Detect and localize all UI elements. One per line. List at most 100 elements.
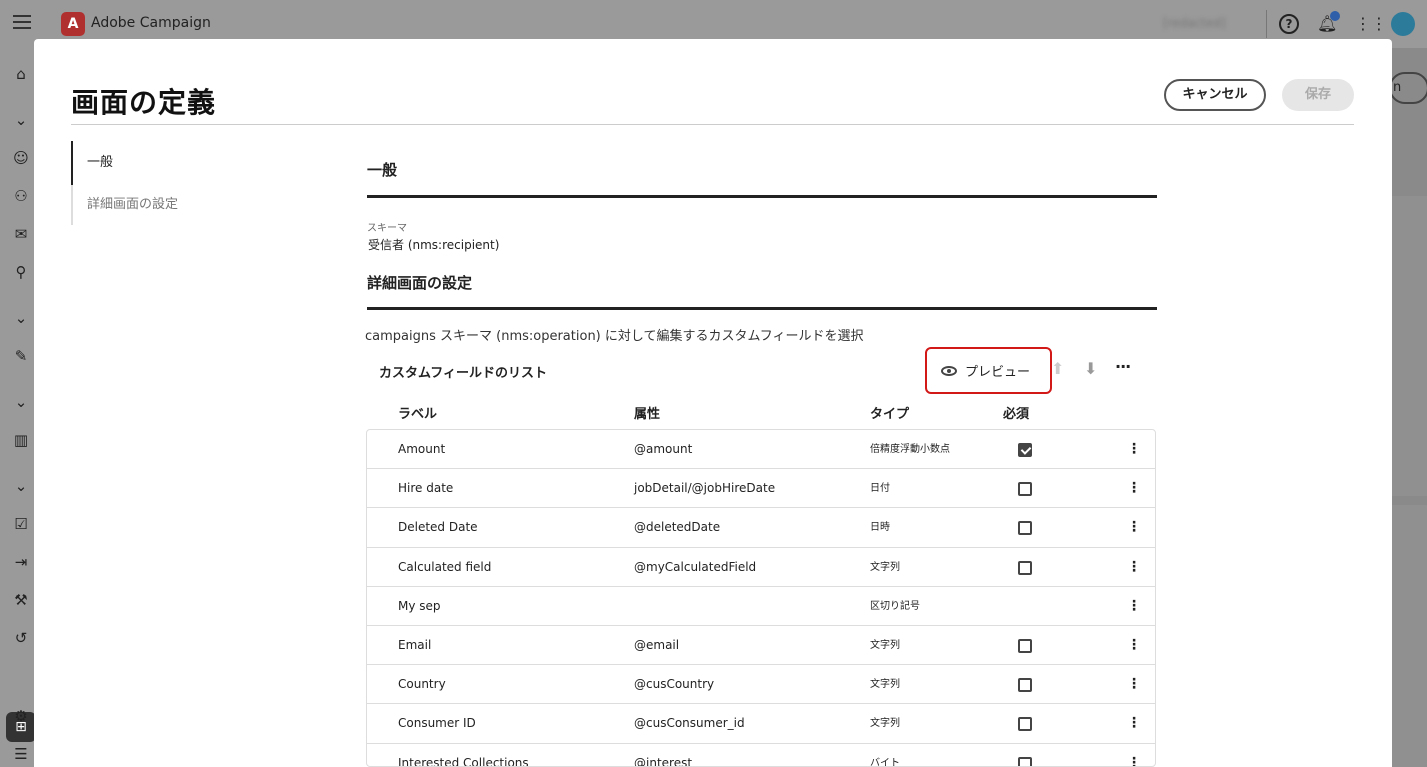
mail-icon[interactable]: ✉ [11, 224, 31, 244]
column-header-label: ラベル [398, 407, 438, 422]
required-checkbox[interactable] [1018, 717, 1032, 732]
row-attribute: @myCalculatedField [634, 559, 757, 574]
page-title: 画面の定義 [71, 86, 217, 119]
table-row[interactable]: Deleted Date @deletedDate 日時 ⋮ [367, 508, 1155, 548]
reports-icon[interactable]: ▥ [11, 430, 31, 450]
save-button[interactable]: 保存 [1282, 79, 1354, 111]
column-header-attribute: 属性 [634, 407, 661, 422]
required-checkbox[interactable] [1018, 756, 1032, 766]
row-type: 文字列 [870, 639, 900, 651]
arrow-up-icon[interactable]: ⬆ [1051, 359, 1064, 378]
more-options-icon[interactable]: ··· [1115, 357, 1131, 376]
row-menu-icon[interactable]: ⋮ [1127, 469, 1141, 508]
hammer-icon[interactable]: ⚒ [11, 590, 31, 610]
general-heading: 一般 [367, 161, 398, 179]
chevron-down-icon[interactable]: ⌄ [11, 392, 31, 412]
table-row[interactable]: Consumer ID @cusConsumer_id 文字列 ⋮ [367, 704, 1155, 744]
avatar[interactable] [1391, 12, 1415, 36]
history-icon[interactable]: ↺ [11, 628, 31, 648]
row-type: 日付 [870, 483, 890, 495]
required-checkbox[interactable] [1018, 638, 1032, 653]
settings-list-icon[interactable]: ⚙ [11, 706, 31, 726]
row-menu-icon[interactable]: ⋮ [1127, 587, 1141, 626]
table-row[interactable]: Amount @amount 倍精度浮動小数点 ⋮ [367, 430, 1155, 470]
person-icon[interactable]: ☺ [11, 148, 31, 168]
section-nav: 一般 詳細画面の設定 [71, 141, 271, 225]
background-panel [1392, 196, 1427, 496]
table-row[interactable]: My sep 区切り記号 ⋮ [367, 587, 1155, 626]
chevron-down-icon[interactable]: ⌄ [11, 476, 31, 496]
row-menu-icon[interactable]: ⋮ [1127, 744, 1141, 767]
row-menu-icon[interactable]: ⋮ [1127, 704, 1141, 743]
edit-icon[interactable]: ✎ [11, 346, 31, 366]
row-menu-icon[interactable]: ⋮ [1127, 665, 1141, 704]
row-type: 文字列 [870, 718, 900, 730]
left-rail: ⌂ ⌄ ☺ ⚇ ✉ ⚲ ⌄ ✎ ⌄ ▥ ⌄ ☑ ⇥ ⚒ ↺ ⊞ ⚙ ☰ [0, 48, 36, 767]
help-icon[interactable]: ? [1279, 14, 1299, 34]
row-attribute: @interest [634, 755, 693, 767]
arrow-down-icon[interactable]: ⬇ [1084, 359, 1097, 378]
home-icon[interactable]: ⌂ [11, 64, 31, 84]
table-row[interactable]: Email @email 文字列 ⋮ [367, 626, 1155, 666]
user-name[interactable]: [redacted] [1163, 16, 1226, 30]
app-name: Adobe Campaign [91, 15, 211, 31]
row-label: Interested Collections [398, 755, 529, 767]
row-type: バイト [870, 757, 900, 767]
row-menu-icon[interactable]: ⋮ [1127, 430, 1141, 469]
background-button: n [1389, 72, 1427, 104]
background-panel [1392, 505, 1427, 767]
eye-icon [941, 365, 957, 376]
table-row[interactable]: Country @cusCountry 文字列 ⋮ [367, 665, 1155, 705]
row-attribute: @deletedDate [634, 520, 721, 535]
row-type: 区切り記号 [870, 600, 920, 612]
header-divider [1266, 10, 1267, 38]
checklist-icon[interactable]: ☑ [11, 514, 31, 534]
row-menu-icon[interactable]: ⋮ [1127, 548, 1141, 587]
required-checkbox[interactable] [1018, 482, 1032, 497]
row-label: Consumer ID [398, 716, 476, 731]
row-label: Calculated field [398, 559, 492, 574]
custom-fields-table: Amount @amount 倍精度浮動小数点 ⋮ Hire date jobDetail… [366, 429, 1156, 767]
menu-icon[interactable] [13, 15, 31, 29]
row-attribute: @cusConsumer_id [634, 716, 745, 731]
custom-fields-list-title: カスタムフィールドのリスト [379, 366, 547, 381]
row-menu-icon[interactable]: ⋮ [1127, 508, 1141, 547]
cancel-button[interactable]: キャンセル [1164, 79, 1266, 111]
row-label: My sep [398, 598, 441, 613]
row-attribute: jobDetail/@jobHireDate [634, 481, 776, 496]
apps-grid-icon[interactable]: ⋮⋮⋮ [1355, 14, 1403, 34]
adobe-logo: A [61, 12, 85, 36]
screen-definition-dialog: 画面の定義 キャンセル 保存 一般 詳細画面の設定 一般 スキーマ 受信者 (n… [34, 39, 1392, 767]
table-icon[interactable]: ☰ [11, 744, 31, 764]
required-checkbox[interactable] [1018, 560, 1032, 575]
audiences-icon[interactable]: ⚇ [11, 186, 31, 206]
row-label: Email [398, 637, 432, 652]
column-header-type: タイプ [870, 407, 910, 422]
table-row[interactable]: Calculated field @myCalculatedField 文字列 ⋮ [367, 548, 1155, 587]
row-attribute: @cusCountry [634, 677, 715, 692]
nav-item-detail-settings[interactable]: 詳細画面の設定 [71, 185, 271, 225]
nav-item-general[interactable]: 一般 [71, 141, 271, 185]
chevron-down-icon[interactable]: ⌄ [11, 308, 31, 328]
row-attribute: @amount [634, 442, 693, 456]
table-row[interactable]: Interested Collections @interest バイト ⋮ [367, 744, 1155, 767]
import-icon[interactable]: ⇥ [11, 552, 31, 572]
row-label: Country [398, 677, 446, 692]
preview-button[interactable]: プレビュー [941, 361, 1030, 380]
section-divider [367, 195, 1157, 198]
row-menu-icon[interactable]: ⋮ [1127, 626, 1141, 665]
required-checkbox[interactable] [1018, 443, 1032, 457]
required-checkbox[interactable] [1018, 521, 1032, 536]
table-row[interactable]: Hire date jobDetail/@jobHireDate 日付 ⋮ [367, 469, 1155, 509]
required-checkbox[interactable] [1018, 678, 1032, 693]
filter-icon[interactable]: ⚲ [11, 262, 31, 282]
title-divider [71, 124, 1354, 125]
row-label: Amount [398, 442, 446, 456]
chevron-down-icon[interactable]: ⌄ [11, 110, 31, 130]
row-type: 文字列 [870, 561, 900, 573]
preview-label: プレビュー [965, 365, 1031, 380]
row-attribute: @email [634, 637, 680, 652]
detail-heading: 詳細画面の設定 [367, 274, 473, 292]
column-header-required: 必須 [1003, 407, 1030, 422]
row-type: 文字列 [870, 679, 900, 691]
